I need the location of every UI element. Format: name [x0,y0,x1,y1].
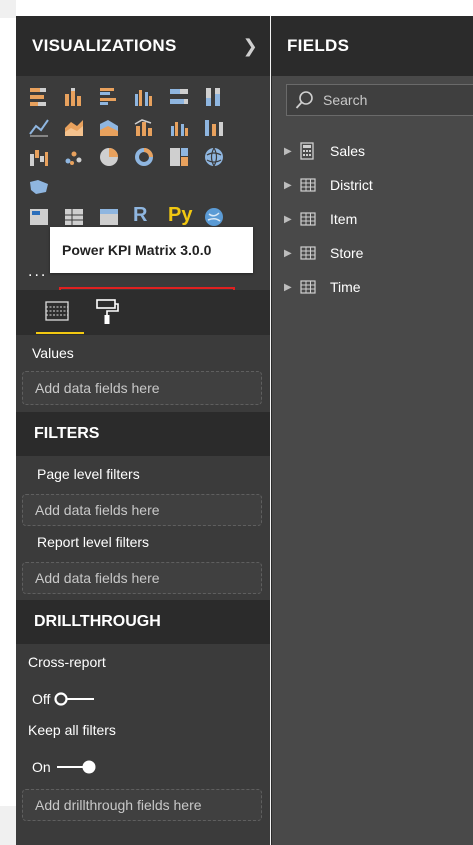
stacked-column-chart-icon[interactable] [63,86,85,108]
field-list: ▶ Sales ▶ District ▶ Item ▶ Store ▶ Time [272,134,473,304]
visual-tooltip: Power KPI Matrix 3.0.0 [50,227,253,273]
toggle-on-icon [56,760,96,774]
paint-roller-icon [96,299,119,324]
keep-filters-state: On [32,759,51,775]
filters-header: FILTERS [16,412,270,456]
top-border [16,0,473,16]
field-table-district[interactable]: ▶ District [272,168,473,202]
fields-pane: FIELDS Search ▶ Sales ▶ District ▶ Item ▶ Store… [271,16,473,845]
field-table-label: District [330,177,373,193]
table-icon [300,280,318,294]
area-chart-icon[interactable] [63,116,85,138]
arcgis-map-icon[interactable] [203,206,225,228]
visual-tabs [16,290,270,335]
keep-all-filters-label: Keep all filters [28,722,116,738]
report-level-filters-label: Report level filters [37,534,150,550]
field-table-label: Item [330,211,358,227]
expand-caret-icon[interactable]: ▶ [284,180,300,191]
expand-caret-icon[interactable]: ▶ [284,146,300,157]
r-script-icon[interactable]: R [133,204,155,226]
ribbon-chart-icon[interactable] [203,116,225,138]
field-table-store[interactable]: ▶ Store [272,236,473,270]
field-table-label: Store [330,245,364,261]
values-label: Values [32,345,74,361]
line-and-stacked-column-icon[interactable] [133,116,155,138]
line-and-clustered-column-icon[interactable] [168,116,190,138]
100-stacked-column-icon[interactable] [203,86,225,108]
page-filters-well[interactable]: Add data fields here [22,494,262,526]
field-table-time[interactable]: ▶ Time [272,270,473,304]
visualizations-header: VISUALIZATIONS ❯ [16,16,270,76]
fields-header: FIELDS [272,16,473,76]
table-visual-icon[interactable] [63,206,85,228]
line-chart-icon[interactable] [28,116,50,138]
python-script-icon[interactable]: Py [168,204,192,226]
table-icon [300,212,318,226]
search-icon [295,91,313,109]
expand-caret-icon[interactable]: ▶ [284,248,300,259]
stacked-area-chart-icon[interactable] [98,116,120,138]
filled-map-icon[interactable] [28,176,50,198]
report-filters-well[interactable]: Add data fields here [22,562,262,594]
visualizations-title: VISUALIZATIONS [32,36,177,55]
scatter-chart-icon[interactable] [63,146,85,168]
collapse-chevron-icon[interactable]: ❯ [243,36,258,57]
expand-caret-icon[interactable]: ▶ [284,282,300,293]
cross-report-state: Off [32,691,51,707]
table-icon [300,178,318,192]
toggle-off-icon [54,692,95,706]
field-table-item[interactable]: ▶ Item [272,202,473,236]
values-well[interactable]: Add data fields here [22,371,262,405]
map-globe-icon[interactable] [203,146,225,168]
clustered-bar-chart-icon[interactable] [98,86,120,108]
expand-caret-icon[interactable]: ▶ [284,214,300,225]
fields-title: FIELDS [287,36,350,55]
more-visuals-button[interactable]: ... [28,263,47,281]
fields-search-input[interactable]: Search [286,84,473,116]
stacked-bar-chart-icon[interactable] [28,86,50,108]
matrix-visual-icon[interactable] [98,206,120,228]
keep-filters-toggle[interactable]: On [16,750,270,784]
card-icon[interactable] [28,206,50,228]
treemap-icon[interactable] [168,146,190,168]
fields-tab[interactable] [36,298,84,334]
visual-gallery: R Py 31 2% ... Power KPI Matrix 3.0.0 [16,76,270,320]
clustered-column-chart-icon[interactable] [133,86,155,108]
fields-grid-icon [45,301,69,321]
pie-chart-icon[interactable] [98,146,120,168]
field-table-sales[interactable]: ▶ Sales [272,134,473,168]
cross-report-label: Cross-report [28,654,106,670]
waterfall-chart-icon[interactable] [28,146,50,168]
page-level-filters-label: Page level filters [37,466,140,482]
calculator-icon [300,142,318,160]
donut-chart-icon[interactable] [133,146,155,168]
background-band [0,18,17,806]
drillthrough-header: DRILLTHROUGH [16,600,270,644]
background-strip [0,0,17,845]
visualizations-pane: VISUALIZATIONS ❯ R Py 31 [16,16,270,845]
field-table-label: Sales [330,143,366,159]
format-tab[interactable] [94,298,124,328]
table-icon [300,246,318,260]
drillthrough-well[interactable]: Add drillthrough fields here [22,789,262,821]
field-table-label: Time [330,279,361,295]
cross-report-toggle[interactable]: Off [16,682,270,716]
search-placeholder: Search [323,92,368,108]
100-stacked-bar-icon[interactable] [168,86,190,108]
